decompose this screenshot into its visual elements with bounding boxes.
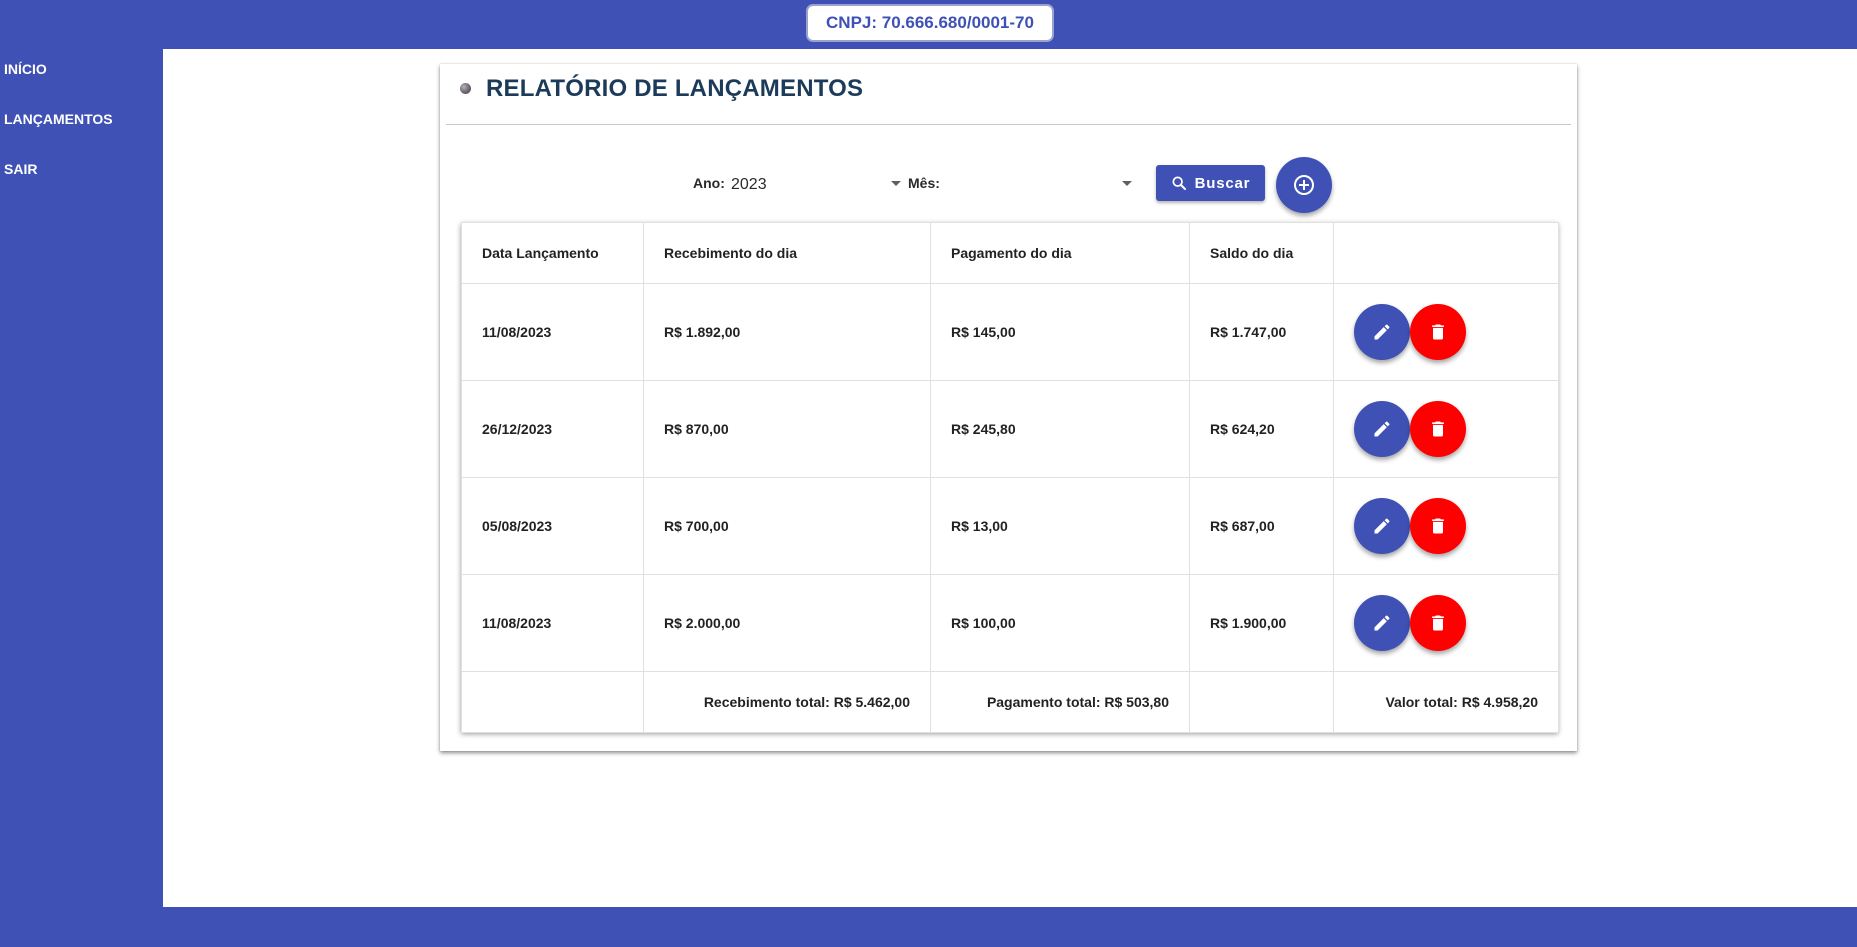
- cell-actions: [1333, 283, 1559, 381]
- cell-saldo: R$ 624,20: [1189, 380, 1334, 478]
- table-row: 26/12/2023 R$ 870,00 R$ 245,80 R$ 624,20: [461, 380, 1559, 478]
- cell-saldo: R$ 1.900,00: [1189, 574, 1334, 672]
- column-header-actions: [1333, 222, 1559, 284]
- cell-actions: [1333, 380, 1559, 478]
- cell-recebimento: R$ 870,00: [643, 380, 931, 478]
- card-header: RELATÓRIO DE LANÇAMENTOS: [446, 64, 1571, 125]
- ano-select-value: 2023: [731, 176, 767, 193]
- cell-empty: [1189, 671, 1334, 733]
- cell-recebimento: R$ 1.892,00: [643, 283, 931, 381]
- add-lancamento-button[interactable]: [1276, 157, 1332, 213]
- buscar-button-label: Buscar: [1194, 174, 1251, 192]
- ano-select[interactable]: 2023: [729, 168, 905, 198]
- mes-select[interactable]: [944, 168, 1137, 198]
- cell-pagamento: R$ 245,80: [930, 380, 1190, 478]
- cell-recebimento: R$ 700,00: [643, 477, 931, 575]
- pagamento-total: Pagamento total: R$ 503,80: [930, 671, 1190, 733]
- search-icon: [1172, 176, 1186, 190]
- pencil-icon: [1374, 518, 1390, 534]
- cnpj-badge: CNPJ: 70.666.680/0001-70: [806, 4, 1054, 42]
- column-header: Saldo do dia: [1189, 222, 1334, 284]
- main-area: RELATÓRIO DE LANÇAMENTOS Ano: 2023 Mês: …: [163, 49, 1857, 907]
- table-row: 11/08/2023 R$ 1.892,00 R$ 145,00 R$ 1.74…: [461, 283, 1559, 381]
- cell-recebimento: R$ 2.000,00: [643, 574, 931, 672]
- sidebar-item-lancamentos[interactable]: LANÇAMENTOS: [4, 111, 113, 127]
- table-header-row: Data Lançamento Recebimento do dia Pagam…: [461, 222, 1559, 284]
- sidebar-item-sair[interactable]: SAIR: [4, 161, 37, 177]
- recebimento-total: Recebimento total: R$ 5.462,00: [643, 671, 931, 733]
- table-row: 11/08/2023 R$ 2.000,00 R$ 100,00 R$ 1.90…: [461, 574, 1559, 672]
- valor-total: Valor total: R$ 4.958,20: [1333, 671, 1559, 733]
- cell-actions: [1333, 477, 1559, 575]
- pencil-icon: [1374, 615, 1390, 631]
- cell-empty: [461, 671, 644, 733]
- pencil-icon: [1374, 421, 1390, 437]
- ano-label: Ano:: [693, 175, 725, 191]
- cell-actions: [1333, 574, 1559, 672]
- cell-saldo: R$ 687,00: [1189, 477, 1334, 575]
- edit-button[interactable]: [1354, 498, 1410, 554]
- page-title: RELATÓRIO DE LANÇAMENTOS: [486, 75, 864, 102]
- cell-data: 11/08/2023: [461, 283, 644, 381]
- delete-button[interactable]: [1410, 401, 1466, 457]
- buscar-button[interactable]: Buscar: [1156, 165, 1265, 201]
- trash-icon: [1432, 324, 1444, 340]
- cell-pagamento: R$ 13,00: [930, 477, 1190, 575]
- cell-pagamento: R$ 100,00: [930, 574, 1190, 672]
- edit-button[interactable]: [1354, 304, 1410, 360]
- delete-button[interactable]: [1410, 498, 1466, 554]
- column-header: Pagamento do dia: [930, 222, 1190, 284]
- delete-button[interactable]: [1410, 595, 1466, 651]
- cell-data: 05/08/2023: [461, 477, 644, 575]
- pencil-icon: [1374, 324, 1390, 340]
- totals-row: Recebimento total: R$ 5.462,00 Pagamento…: [461, 671, 1559, 733]
- cell-saldo: R$ 1.747,00: [1189, 283, 1334, 381]
- delete-button[interactable]: [1410, 304, 1466, 360]
- sidebar: INÍCIO LANÇAMENTOS SAIR: [0, 49, 163, 909]
- cell-pagamento: R$ 145,00: [930, 283, 1190, 381]
- add-circle-icon: [1294, 175, 1314, 195]
- trash-icon: [1432, 421, 1444, 437]
- lancamentos-table: Data Lançamento Recebimento do dia Pagam…: [461, 222, 1559, 733]
- edit-button[interactable]: [1354, 401, 1410, 457]
- column-header: Data Lançamento: [461, 222, 644, 284]
- cell-data: 26/12/2023: [461, 380, 644, 478]
- chevron-down-icon: [891, 181, 901, 186]
- cell-data: 11/08/2023: [461, 574, 644, 672]
- report-card: RELATÓRIO DE LANÇAMENTOS Ano: 2023 Mês: …: [440, 64, 1577, 751]
- table-row: 05/08/2023 R$ 700,00 R$ 13,00 R$ 687,00: [461, 477, 1559, 575]
- sidebar-item-inicio[interactable]: INÍCIO: [4, 61, 47, 77]
- chevron-down-icon: [1122, 181, 1132, 186]
- edit-button[interactable]: [1354, 595, 1410, 651]
- bullet-icon: [460, 83, 471, 94]
- trash-icon: [1432, 615, 1444, 631]
- column-header: Recebimento do dia: [643, 222, 931, 284]
- mes-label: Mês:: [908, 175, 940, 191]
- trash-icon: [1432, 518, 1444, 534]
